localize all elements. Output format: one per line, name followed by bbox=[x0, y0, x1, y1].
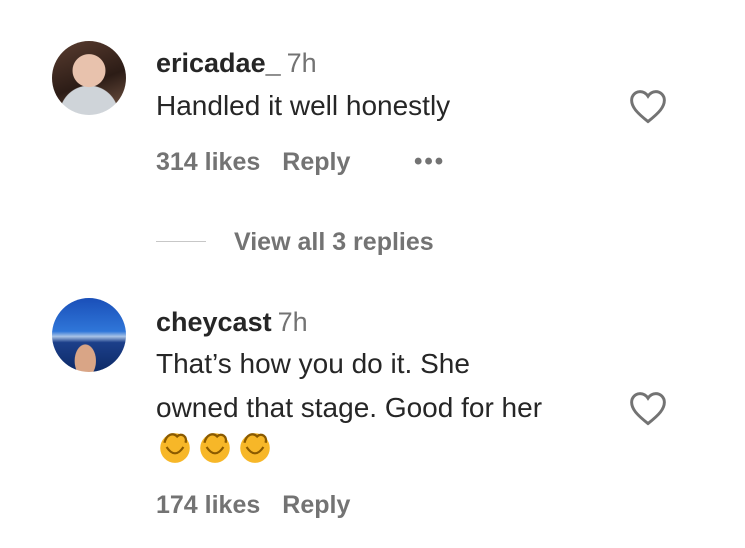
clap-emoji-group bbox=[156, 428, 274, 466]
avatar[interactable] bbox=[52, 41, 126, 115]
heart-icon[interactable] bbox=[628, 390, 668, 426]
comment-text: Handled it well honestly bbox=[156, 90, 451, 121]
comment-text-line-1: That’s how you do it. She bbox=[156, 348, 470, 379]
reply-button[interactable]: Reply bbox=[282, 491, 350, 519]
comment-timestamp: 7h bbox=[286, 48, 317, 78]
comment-username[interactable]: cheycast bbox=[156, 307, 272, 337]
reply-button[interactable]: Reply bbox=[282, 148, 350, 176]
comment-1: ericadae_ 7h Handled it well honestly 314… bbox=[0, 0, 745, 200]
more-options-icon[interactable]: ••• bbox=[414, 148, 445, 176]
clap-icon bbox=[240, 433, 270, 463]
clap-icon bbox=[200, 433, 230, 463]
comment-username[interactable]: ericadae_ bbox=[156, 48, 281, 78]
replies-divider bbox=[156, 241, 206, 242]
comment-2: cheycast 7h That’s how you do it. She own… bbox=[0, 290, 745, 540]
view-replies-button[interactable]: View all 3 replies bbox=[234, 228, 434, 257]
clap-icon bbox=[160, 433, 190, 463]
comment-timestamp: 7h bbox=[277, 307, 308, 337]
avatar[interactable] bbox=[52, 298, 126, 372]
like-count[interactable]: 174 likes bbox=[156, 491, 260, 519]
like-count[interactable]: 314 likes bbox=[156, 148, 260, 176]
comment-text-line-2: owned that stage. Good for her bbox=[156, 392, 543, 423]
heart-icon[interactable] bbox=[628, 88, 668, 124]
